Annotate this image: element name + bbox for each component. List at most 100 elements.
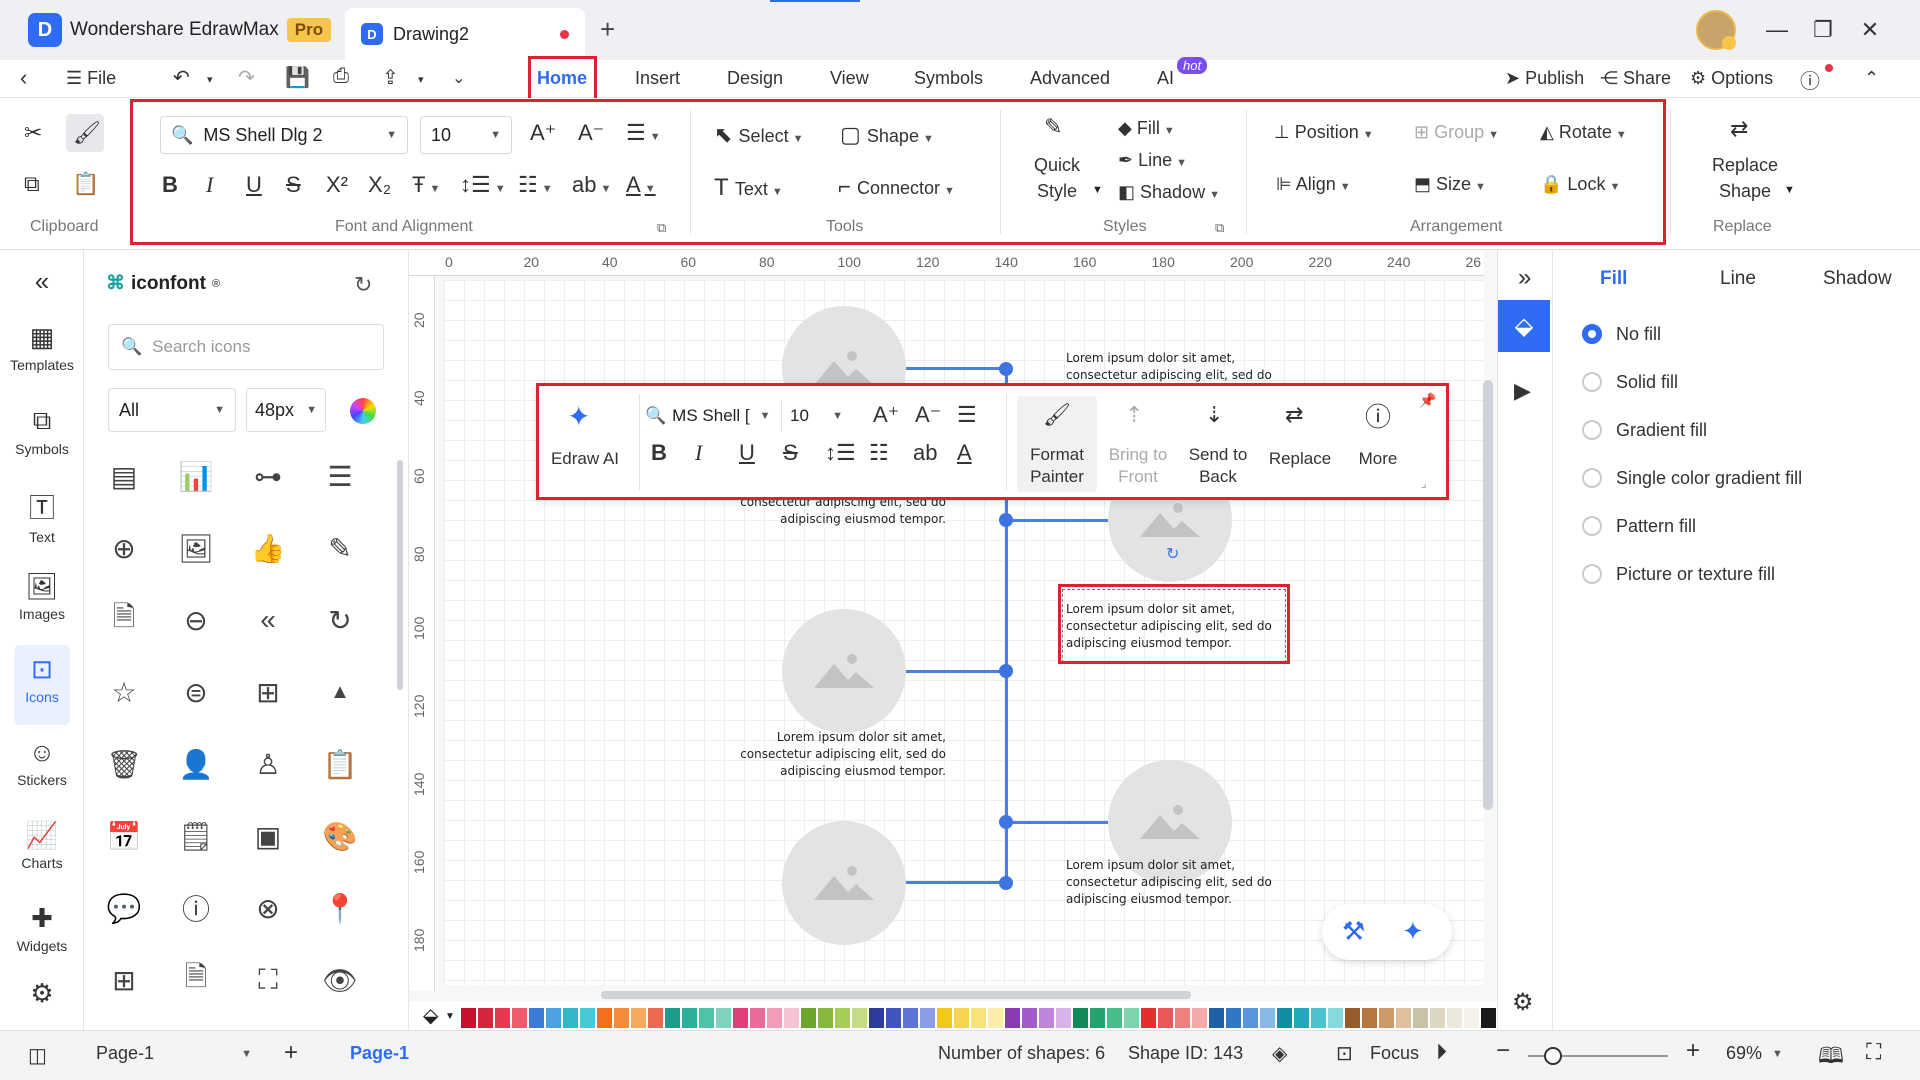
triangle-up-icon[interactable]: ▲ <box>314 666 366 718</box>
color-swatch[interactable] <box>563 1008 578 1028</box>
copy-icon[interactable]: ⧉ <box>24 173 40 195</box>
align-button[interactable]: ⊫ Align ▼ <box>1276 174 1351 195</box>
shadow-button[interactable]: ◧ Shadow ▼ <box>1118 182 1220 203</box>
radio-pattern-fill[interactable] <box>1582 516 1602 536</box>
connector-line[interactable] <box>905 881 1005 884</box>
italic-icon[interactable]: I <box>695 442 702 464</box>
nav-icons[interactable]: ⊡ Icons <box>0 654 84 705</box>
nav-charts[interactable]: 📈 Charts <box>0 820 84 871</box>
color-swatch[interactable] <box>1124 1008 1139 1028</box>
option-gradient-fill[interactable]: Gradient fill <box>1616 420 1707 441</box>
nav-widgets[interactable]: ✚ Widgets <box>0 903 84 954</box>
more-button[interactable]: More <box>1343 448 1413 470</box>
color-swatch[interactable] <box>1413 1008 1428 1028</box>
send-to-back-button[interactable]: Send to Back <box>1179 444 1257 488</box>
align-text-icon[interactable]: ☰ ▼ <box>626 122 661 144</box>
thumbs-up-icon[interactable]: 👍 <box>242 522 294 574</box>
zoom-in-icon[interactable]: + <box>1686 1037 1700 1065</box>
fill-panel-icon[interactable]: ⬙ <box>1498 300 1550 352</box>
color-swatch[interactable] <box>580 1008 595 1028</box>
cut-icon[interactable]: ✂ <box>24 122 42 144</box>
edraw-ai-button[interactable]: Edraw AI <box>545 448 625 470</box>
page-list-icon[interactable]: ◫ <box>28 1043 47 1068</box>
zoom-level-select[interactable]: 69% ▼ <box>1726 1043 1783 1064</box>
color-swatch[interactable] <box>716 1008 731 1028</box>
increase-font-icon[interactable]: A⁺ <box>530 122 556 144</box>
bring-to-front-button[interactable]: Bring to Front <box>1099 444 1177 488</box>
help-icon[interactable]: ⓘ <box>1800 65 1820 94</box>
connector-line[interactable] <box>905 367 1005 370</box>
file-menu[interactable]: ☰ File <box>66 68 116 89</box>
double-chevron-left-icon[interactable]: « <box>242 594 294 646</box>
tab-fill[interactable]: Fill <box>1600 268 1627 290</box>
color-swatch[interactable] <box>1175 1008 1190 1028</box>
print-icon[interactable]: ⎙ <box>333 65 349 88</box>
strikethrough-icon[interactable]: S <box>783 442 798 464</box>
option-pattern-fill[interactable]: Pattern fill <box>1616 516 1696 537</box>
color-swatch[interactable] <box>1379 1008 1394 1028</box>
star-icon[interactable]: ☆ <box>98 666 150 718</box>
person-outline-icon[interactable]: ♙ <box>242 738 294 790</box>
scan-icon[interactable]: ⛶ <box>242 954 294 1006</box>
color-swatch[interactable] <box>1277 1008 1292 1028</box>
color-swatch[interactable] <box>1311 1008 1326 1028</box>
save-icon[interactable]: 💾 <box>285 65 310 90</box>
option-no-fill[interactable]: No fill <box>1616 324 1661 345</box>
tab-shadow[interactable]: Shadow <box>1823 268 1892 290</box>
rotate-handle-icon[interactable]: ↻ <box>1166 544 1179 564</box>
italic-icon[interactable]: I <box>206 174 213 196</box>
bold-icon[interactable]: B <box>162 174 178 196</box>
undo-dropdown-icon[interactable]: ▾ <box>207 73 213 86</box>
dialog-launcher-icon[interactable]: ⧉ <box>657 220 666 236</box>
zoom-in-icon[interactable]: ⊕ <box>98 522 150 574</box>
option-single-color-gradient[interactable]: Single color gradient fill <box>1616 468 1802 489</box>
layers-icon[interactable]: ◈ <box>1272 1041 1287 1066</box>
color-swatch[interactable] <box>835 1008 850 1028</box>
align-text-icon[interactable]: ☰ <box>957 404 977 426</box>
replace-shape-button[interactable]: Replace Shape <box>1712 152 1778 204</box>
color-swatch[interactable] <box>546 1008 561 1028</box>
location-pin-icon[interactable]: 📍 <box>314 882 366 934</box>
shape-tool[interactable]: ▢ Shape ▼ <box>840 122 934 148</box>
color-swatch[interactable] <box>648 1008 663 1028</box>
sliders-icon[interactable]: ☰ <box>314 450 366 502</box>
paste-icon[interactable]: 📋 <box>72 173 99 195</box>
vertical-scrollbar[interactable] <box>1483 380 1493 810</box>
zoom-out-icon[interactable]: ⊖ <box>170 594 222 646</box>
palette-icon[interactable]: 🎨 <box>314 810 366 862</box>
color-swatch[interactable] <box>512 1008 527 1028</box>
color-swatch[interactable] <box>1396 1008 1411 1028</box>
fill-button[interactable]: ◆ Fill ▼ <box>1118 118 1175 139</box>
nav-stickers[interactable]: ☺ Stickers <box>0 737 84 788</box>
color-swatch[interactable] <box>1056 1008 1071 1028</box>
timeline-node[interactable] <box>999 362 1013 376</box>
horizontal-scrollbar[interactable] <box>601 991 1191 999</box>
line-spacing-icon[interactable]: ↕☰ ▼ <box>460 174 506 196</box>
redo-icon[interactable]: ↷ <box>238 65 255 90</box>
position-button[interactable]: ⊥ Position ▼ <box>1274 122 1374 143</box>
color-swatch[interactable] <box>1345 1008 1360 1028</box>
minimize-icon[interactable]: — <box>1757 10 1797 50</box>
color-swatch[interactable] <box>1447 1008 1462 1028</box>
radio-solid-fill[interactable] <box>1582 372 1602 392</box>
grid-four-icon[interactable]: ⊞ <box>98 954 150 1006</box>
tab-symbols[interactable]: Symbols <box>914 68 983 89</box>
collapse-panel-icon[interactable]: « <box>0 266 84 297</box>
pin-icon[interactable]: 📌 <box>1419 392 1436 409</box>
page-select[interactable]: Page-1 ▼ <box>96 1043 252 1064</box>
zoom-slider-thumb[interactable] <box>1544 1047 1562 1065</box>
font-size-select[interactable]: 10 ▼ <box>420 116 512 154</box>
color-swatch[interactable] <box>1158 1008 1173 1028</box>
replace-button[interactable]: Replace <box>1261 448 1339 470</box>
color-swatch[interactable] <box>971 1008 986 1028</box>
styles-dialog-launcher-icon[interactable]: ⧉ <box>1215 220 1224 236</box>
user-icon[interactable]: 👤 <box>170 738 222 790</box>
color-swatch[interactable] <box>597 1008 612 1028</box>
color-swatch[interactable] <box>1141 1008 1156 1028</box>
collapse-ribbon-icon[interactable]: ⌃ <box>1864 68 1879 89</box>
color-swatch[interactable] <box>767 1008 782 1028</box>
fill-bucket-icon[interactable]: ⬙ <box>423 1003 438 1028</box>
color-swatch[interactable] <box>1090 1008 1105 1028</box>
size-button[interactable]: ⬒ Size ▼ <box>1414 174 1486 195</box>
color-swatch[interactable] <box>988 1008 1003 1028</box>
